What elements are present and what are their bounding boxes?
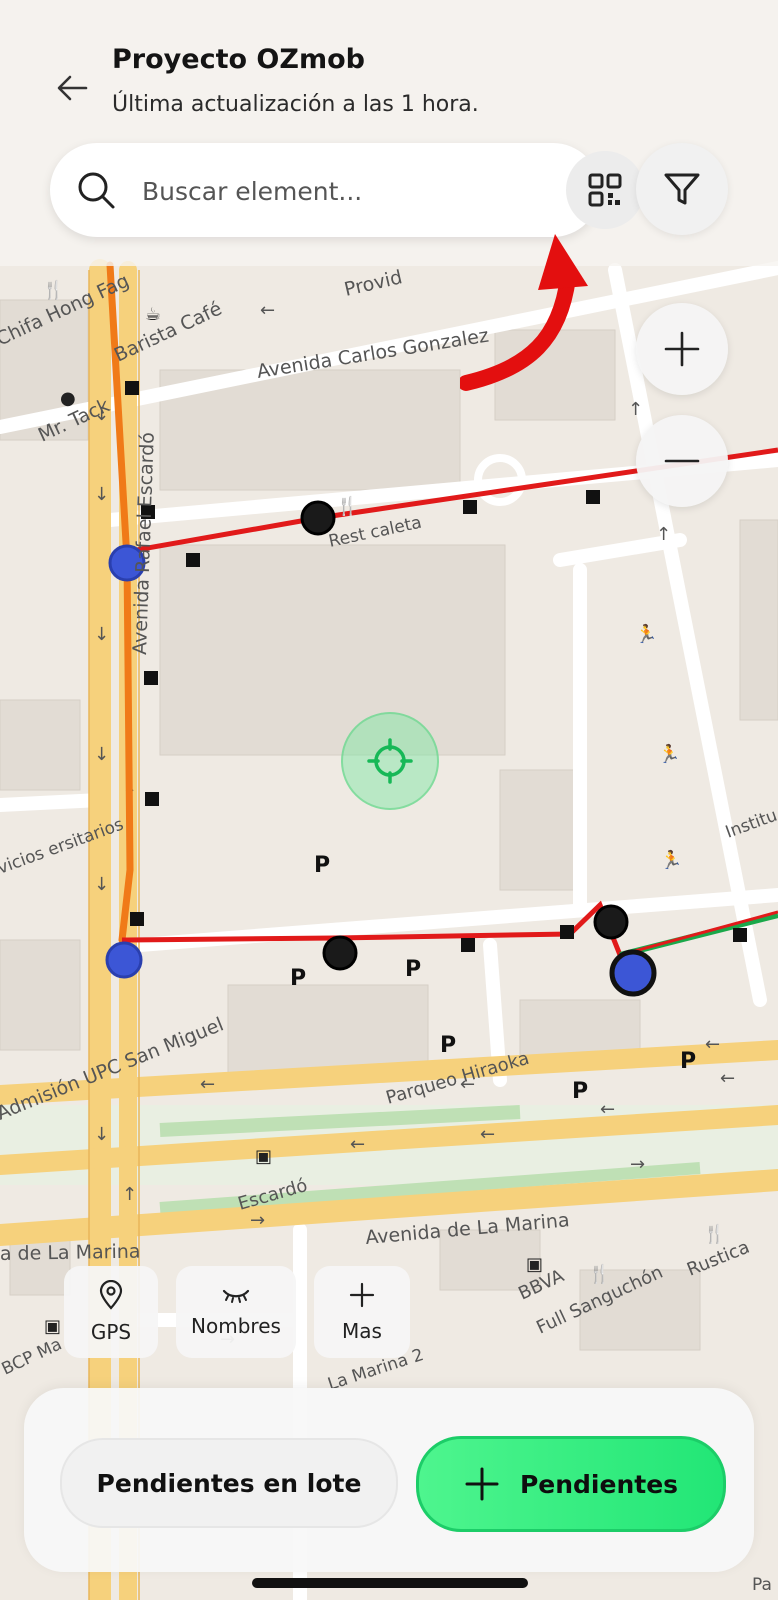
svg-text:a de La Marina: a de La Marina [0,1241,141,1265]
svg-text:↑: ↑ [656,524,671,545]
svg-text:P: P [314,853,330,878]
last-updated-text: Última actualización a las 1 hora. [112,92,479,117]
bottom-action-panel: Pendientes en lote Pendientes [24,1388,754,1572]
svg-text:🍴: 🍴 [336,495,358,517]
batch-pending-button[interactable]: Pendientes en lote [60,1438,398,1528]
svg-text:←: ← [720,1068,735,1089]
qr-code-icon [588,173,622,207]
svg-text:←: ← [705,1034,720,1055]
svg-text:↓: ↓ [94,1124,109,1145]
search-icon [78,172,115,209]
search-bar [50,143,644,237]
filter-icon [664,173,700,205]
svg-text:🍴: 🍴 [703,1223,725,1245]
svg-text:→: → [630,1154,645,1175]
eye-closed-icon [222,1289,250,1303]
arrow-left-icon [57,75,88,101]
svg-text:→: → [250,1210,265,1231]
qr-scan-button[interactable] [566,151,644,229]
gps-chip[interactable]: GPS [64,1266,158,1358]
add-pending-button[interactable]: Pendientes [416,1436,726,1532]
svg-text:▣: ▣ [44,1316,61,1337]
more-label: Mas [342,1319,382,1343]
svg-text:🏃: 🏃 [658,743,680,765]
svg-text:←: ← [260,300,275,321]
names-label: Nombres [191,1314,281,1338]
batch-pending-label: Pendientes en lote [96,1468,362,1498]
svg-text:←: ← [480,1124,495,1145]
svg-text:↓: ↓ [94,484,109,505]
home-indicator [252,1578,528,1588]
plus-icon [664,331,700,367]
header: Proyecto OZmob Última actualización a la… [0,0,778,266]
center-location-button[interactable] [341,712,439,810]
search-input[interactable] [140,165,464,217]
svg-text:↓: ↓ [94,874,109,895]
svg-text:▣: ▣ [255,1146,272,1167]
plus-icon [465,1467,499,1501]
svg-text:🍴: 🍴 [42,279,64,301]
gps-label: GPS [90,1320,132,1344]
svg-text:↓: ↓ [94,624,109,645]
svg-text:P: P [680,1049,696,1074]
svg-text:↓: ↓ [94,744,109,765]
zoom-out-button[interactable] [636,415,728,507]
svg-text:←: ← [600,1099,615,1120]
svg-text:P: P [405,957,421,982]
add-pending-label: Pendientes [519,1469,679,1499]
minus-icon [664,459,700,463]
svg-text:Pa: Pa [752,1575,772,1595]
svg-text:●: ● [60,388,76,409]
svg-text:P: P [440,1033,456,1058]
page-title: Proyecto OZmob [112,44,365,75]
svg-text:↑: ↑ [122,1184,137,1205]
more-chip[interactable]: Mas [314,1266,410,1358]
names-chip[interactable]: Nombres [176,1266,296,1358]
plus-icon [349,1282,375,1308]
zoom-in-button[interactable] [636,303,728,395]
svg-text:☕: ☕ [145,304,161,325]
svg-text:▣: ▣ [526,1254,543,1275]
svg-text:🍴: 🍴 [588,1263,610,1285]
back-button[interactable] [46,62,98,114]
filter-button[interactable] [636,143,728,235]
svg-text:←: ← [350,1134,365,1155]
svg-text:↑: ↑ [628,399,643,420]
svg-text:←: ← [200,1074,215,1095]
annotation-arrow [460,234,588,391]
svg-text:🏃: 🏃 [660,849,682,871]
svg-text:🏃: 🏃 [635,623,657,645]
svg-text:P: P [290,966,306,991]
svg-text:P: P [572,1079,588,1104]
map-pin-icon [99,1280,123,1310]
crosshair-icon [367,738,413,784]
